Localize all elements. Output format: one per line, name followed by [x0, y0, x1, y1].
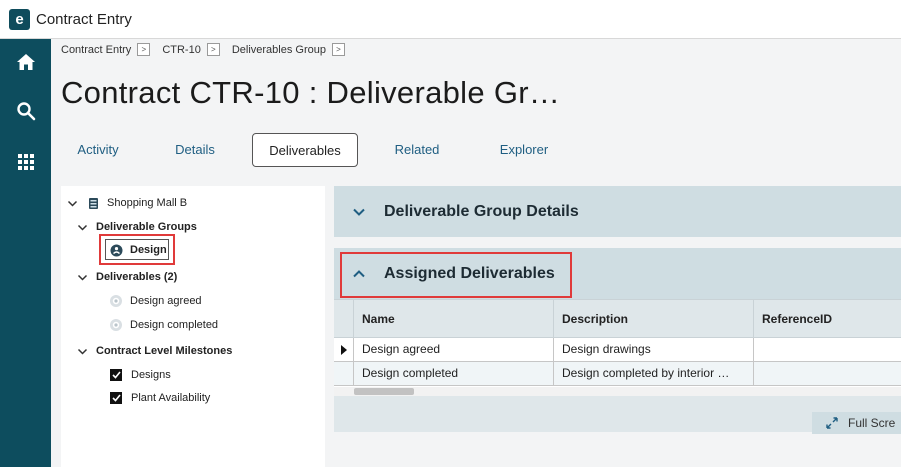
deliverables-grid: Name Description ReferenceID Design agre… [334, 299, 901, 434]
breadcrumb-deliverables-group[interactable]: Deliverables Group > [232, 43, 345, 56]
chevron-down-icon[interactable] [353, 208, 365, 216]
tree-label-milestones: Contract Level Milestones [96, 345, 233, 357]
grid-header: Name Description ReferenceID [334, 299, 901, 339]
scrollbar-thumb[interactable] [354, 388, 414, 395]
row-pointer-icon [334, 338, 354, 362]
home-button[interactable] [0, 40, 51, 88]
breadcrumb-label: Deliverables Group [231, 43, 326, 56]
tree-node-root[interactable]: Shopping Mall B [67, 196, 187, 210]
window-titlebar: e Contract Entry [0, 0, 901, 39]
grid-apps-icon [17, 153, 35, 176]
fullscreen-button[interactable]: Full Scre [812, 412, 901, 434]
breadcrumb-label: CTR-10 [162, 43, 201, 56]
tree-label-design-agreed: Design agreed [130, 295, 202, 307]
app-title: Contract Entry [36, 10, 132, 28]
chevron-right-icon[interactable]: > [137, 43, 151, 56]
tree-label-designs: Designs [131, 369, 171, 381]
home-icon [16, 53, 36, 76]
project-icon [86, 196, 100, 210]
breadcrumb: Contract Entry > CTR-10 > Deliverables G… [61, 43, 357, 56]
tab-deliverables[interactable]: Deliverables [252, 133, 358, 167]
expand-icon [826, 417, 838, 429]
explorer-tree: Shopping Mall B Deliverable Groups Desig… [61, 186, 325, 467]
cell-name[interactable]: Design completed [354, 362, 554, 386]
tree-label-root: Shopping Mall B [107, 197, 188, 209]
highlight-annotation [340, 252, 572, 298]
deliverable-icon [109, 294, 123, 308]
tree-label-design-completed: Design completed [130, 319, 219, 331]
chevron-right-icon[interactable]: > [206, 43, 220, 56]
deliverable-group-icon [109, 243, 123, 257]
tree-node-design[interactable]: Design [109, 243, 167, 257]
column-header-name[interactable]: Name [354, 300, 554, 339]
chevron-right-icon[interactable]: > [331, 43, 345, 56]
tree-node-design-completed[interactable]: Design completed [109, 318, 218, 332]
tree-label-deliverable-groups: Deliverable Groups [96, 221, 197, 233]
breadcrumb-label: Contract Entry [61, 43, 132, 56]
chevron-down-icon[interactable] [77, 346, 88, 357]
tree-node-designs[interactable]: Designs [110, 369, 171, 381]
search-icon [16, 101, 36, 126]
horizontal-scrollbar[interactable] [334, 387, 901, 396]
checkbox-checked-icon[interactable] [110, 392, 122, 404]
cell-name[interactable]: Design agreed [354, 338, 554, 362]
table-row[interactable]: Design agreed Design drawings [334, 338, 901, 362]
tree-node-deliverables[interactable]: Deliverables (2) [77, 271, 177, 283]
tab-explorer[interactable]: Explorer [489, 133, 559, 167]
panel-group-details-title: Deliverable Group Details [384, 202, 579, 220]
tree-node-plant-availability[interactable]: Plant Availability [110, 392, 210, 404]
cell-description[interactable]: Design drawings [554, 338, 754, 362]
tab-activity[interactable]: Activity [63, 133, 133, 167]
tree-node-deliverable-groups[interactable]: Deliverable Groups [77, 221, 197, 233]
chevron-down-icon[interactable] [77, 222, 88, 233]
fullscreen-label: Full Scre [848, 416, 896, 430]
page-title: Contract CTR-10 : Deliverable Gr… [61, 75, 561, 110]
app-logo: e [9, 8, 30, 30]
checkbox-checked-icon[interactable] [110, 369, 122, 381]
panel-group-details-header[interactable]: Deliverable Group Details [334, 186, 901, 237]
apps-button[interactable] [0, 140, 51, 188]
cell-description[interactable]: Design completed by interior … [554, 362, 754, 386]
tree-label-deliverables: Deliverables (2) [96, 271, 178, 283]
column-header-description[interactable]: Description [554, 300, 754, 339]
tree-node-milestones[interactable]: Contract Level Milestones [77, 345, 232, 357]
chevron-down-icon[interactable] [67, 198, 78, 209]
cell-reference-id[interactable] [754, 362, 901, 386]
tree-node-design-agreed[interactable]: Design agreed [109, 294, 202, 308]
breadcrumb-ctr-10[interactable]: CTR-10 > [162, 43, 220, 56]
table-row[interactable]: Design completed Design completed by int… [334, 362, 901, 386]
tree-label-design: Design [130, 244, 167, 256]
tree-label-plant-availability: Plant Availability [131, 392, 211, 404]
search-button[interactable] [0, 89, 51, 137]
row-indicator [334, 362, 354, 386]
tab-related[interactable]: Related [387, 133, 447, 167]
breadcrumb-contract-entry[interactable]: Contract Entry > [61, 43, 151, 56]
column-header-reference-id[interactable]: ReferenceID [754, 300, 901, 339]
grid-corner [334, 300, 354, 339]
main-content: Contract Entry > CTR-10 > Deliverables G… [51, 39, 901, 467]
tab-details[interactable]: Details [168, 133, 222, 167]
nav-rail [0, 39, 51, 467]
cell-reference-id[interactable] [754, 338, 901, 362]
chevron-down-icon[interactable] [77, 272, 88, 283]
deliverable-icon [109, 318, 123, 332]
